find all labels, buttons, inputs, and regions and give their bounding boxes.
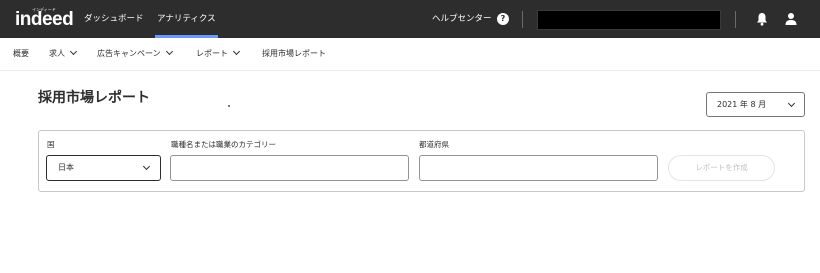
country-select[interactable]: 日本 (46, 155, 161, 181)
sub-nav: 概要 求人 広告キャンペーン レポート 採用市場レポート (0, 38, 820, 71)
prefecture-input[interactable] (419, 155, 658, 181)
chevron-down-icon (142, 162, 151, 171)
subnav-hiring-market-report[interactable]: 採用市場レポート (262, 38, 326, 70)
help-icon[interactable]: ? (497, 13, 509, 25)
subnav-reports-label: レポート (196, 49, 228, 58)
nav-dashboard[interactable]: ダッシュボード (84, 0, 144, 38)
decorative-dot (228, 105, 230, 107)
country-label: 国 (47, 140, 55, 149)
job-category-input[interactable] (170, 155, 409, 181)
divider (522, 11, 523, 28)
prefecture-label: 都道府県 (419, 140, 449, 149)
subnav-overview[interactable]: 概要 (13, 38, 29, 70)
divider (735, 11, 736, 28)
chevron-down-icon (165, 47, 173, 56)
generate-report-button[interactable]: レポートを作成 (668, 155, 775, 181)
subnav-overview-label: 概要 (13, 49, 29, 58)
date-select[interactable]: 2021 年 8 月 (706, 92, 805, 117)
top-bar: indeed インディード ダッシュボード アナリティクス ヘルプセンター ? (0, 0, 820, 38)
account-name-box[interactable] (537, 10, 721, 30)
subnav-reports[interactable]: レポート (196, 38, 241, 70)
bell-icon[interactable] (756, 12, 768, 26)
job-category-label: 職種名または職業のカテゴリー (171, 140, 276, 149)
chevron-down-icon (787, 99, 796, 108)
subnav-jobs-label: 求人 (49, 49, 65, 58)
page-title: 採用市場レポート (38, 90, 150, 106)
chevron-down-icon (69, 47, 78, 56)
nav-analytics[interactable]: アナリティクス (155, 0, 218, 38)
user-icon[interactable] (785, 12, 797, 26)
logo-katakana: インディード (32, 7, 56, 12)
date-select-value: 2021 年 8 月 (717, 100, 767, 109)
subnav-ad-campaigns-label: 広告キャンペーン (97, 49, 161, 58)
subnav-hiring-market-report-label: 採用市場レポート (262, 49, 326, 58)
chevron-down-icon (232, 47, 241, 56)
subnav-jobs[interactable]: 求人 (49, 38, 78, 70)
country-select-value: 日本 (58, 163, 74, 172)
help-center-link[interactable]: ヘルプセンター (432, 0, 492, 38)
subnav-ad-campaigns[interactable]: 広告キャンペーン (97, 38, 173, 70)
